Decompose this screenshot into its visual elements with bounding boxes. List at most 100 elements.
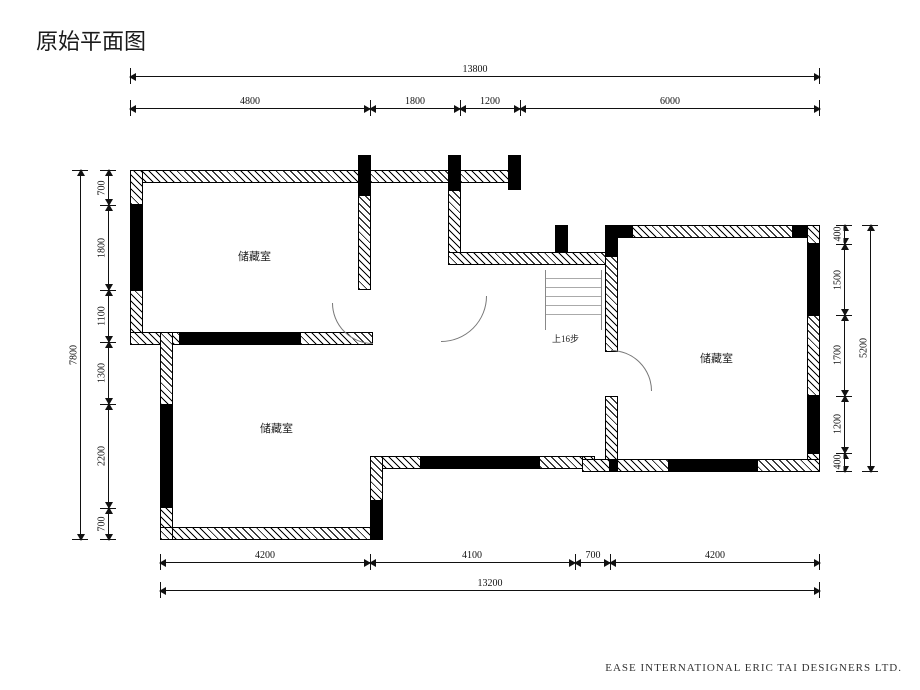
page-title: 原始平面图: [36, 24, 146, 56]
tick: [100, 508, 116, 509]
dim-top-seg2-label: 1800: [403, 96, 427, 107]
wall: [180, 332, 300, 345]
dim-right-seg5-label: 400: [833, 453, 844, 472]
dim-left-seg5-label: 2200: [97, 444, 108, 468]
dim-right-overall-label: 5200: [859, 336, 870, 360]
dim-right-overall: [870, 225, 871, 472]
dim-bottom-seg1: [160, 562, 370, 563]
tick: [836, 396, 852, 397]
wall: [448, 252, 618, 265]
wall: [160, 527, 173, 540]
dim-right-seg1: [844, 225, 845, 244]
dim-top-seg1: [130, 108, 370, 109]
dim-bottom-seg1-label: 4200: [253, 550, 277, 561]
tick: [100, 342, 116, 343]
wall: [668, 459, 758, 472]
dim-bottom-seg2: [370, 562, 575, 563]
dim-left-seg5: [108, 404, 109, 508]
dim-bottom-seg2-label: 4100: [460, 550, 484, 561]
footer-text: EASE INTERNATIONAL ERIC TAI DESIGNERS LT…: [605, 662, 902, 674]
wall: [130, 170, 143, 205]
tick: [72, 539, 88, 540]
wall: [160, 404, 173, 508]
dim-top-seg3-label: 1200: [478, 96, 502, 107]
dim-right-seg5: [844, 453, 845, 472]
tick: [862, 225, 878, 226]
dim-left-seg4: [108, 342, 109, 404]
tick: [836, 315, 852, 316]
tick: [836, 453, 852, 454]
dim-top-seg3: [460, 108, 520, 109]
dim-left-seg2-label: 1800: [97, 236, 108, 260]
tick: [370, 554, 371, 570]
tick: [370, 100, 371, 116]
dim-top-overall: [130, 76, 820, 77]
wall: [555, 225, 568, 252]
tick: [160, 554, 161, 570]
wall: [605, 252, 618, 352]
wall: [420, 456, 540, 469]
dim-right-seg2-label: 1500: [833, 268, 844, 292]
wall: [605, 225, 820, 238]
wall: [807, 315, 820, 396]
tick: [130, 68, 131, 84]
room-label-storage2: 储藏室: [260, 420, 293, 436]
dim-left-seg1: [108, 170, 109, 205]
tick: [819, 582, 820, 598]
stair-label: 上16步: [552, 332, 579, 345]
door-arc: [332, 262, 414, 344]
tick: [819, 100, 820, 116]
wall: [582, 459, 610, 472]
tick: [575, 554, 576, 570]
dim-bottom-seg4: [610, 562, 820, 563]
wall: [358, 195, 371, 290]
tick: [819, 554, 820, 570]
tick: [100, 539, 116, 540]
dim-left-overall-label: 7800: [69, 343, 80, 367]
tick: [836, 225, 852, 226]
wall: [130, 170, 370, 183]
dim-top-seg1-label: 4800: [238, 96, 262, 107]
dim-bottom-seg3-label: 700: [584, 550, 603, 561]
dim-right-seg2: [844, 244, 845, 315]
wall: [508, 155, 521, 190]
dim-left-seg1-label: 700: [97, 179, 108, 198]
wall: [807, 396, 820, 453]
wall: [130, 205, 143, 290]
dim-bottom-seg3: [575, 562, 610, 563]
tick: [100, 205, 116, 206]
dim-top-seg4-label: 6000: [658, 96, 682, 107]
dim-left-seg3: [108, 290, 109, 342]
dim-top-seg2: [370, 108, 460, 109]
wall: [448, 190, 461, 260]
tick: [100, 404, 116, 405]
dim-right-seg3-label: 1700: [833, 343, 844, 367]
dim-right-seg1-label: 400: [833, 225, 844, 244]
tick: [130, 100, 131, 116]
wall: [605, 225, 618, 257]
tick: [862, 471, 878, 472]
tick: [100, 170, 116, 171]
tick: [836, 244, 852, 245]
dim-left-seg4-label: 1300: [97, 361, 108, 385]
wall: [160, 527, 380, 540]
wall: [370, 500, 383, 540]
tick: [72, 170, 88, 171]
dim-left-seg3-label: 1100: [97, 304, 108, 328]
dim-left-seg2: [108, 205, 109, 290]
dim-left-seg6: [108, 508, 109, 540]
tick: [460, 100, 461, 116]
wall: [807, 225, 820, 244]
tick: [100, 290, 116, 291]
dim-left-seg6-label: 700: [97, 515, 108, 534]
dim-right-seg4-label: 1200: [833, 412, 844, 436]
dim-right-seg4: [844, 396, 845, 453]
tick: [610, 554, 611, 570]
dim-bottom-overall-label: 13200: [476, 578, 505, 589]
tick: [836, 471, 852, 472]
tick: [520, 100, 521, 116]
tick: [160, 582, 161, 598]
dim-bottom-seg4-label: 4200: [703, 550, 727, 561]
room-label-storage3: 储藏室: [700, 350, 733, 366]
dim-left-overall: [80, 170, 81, 540]
